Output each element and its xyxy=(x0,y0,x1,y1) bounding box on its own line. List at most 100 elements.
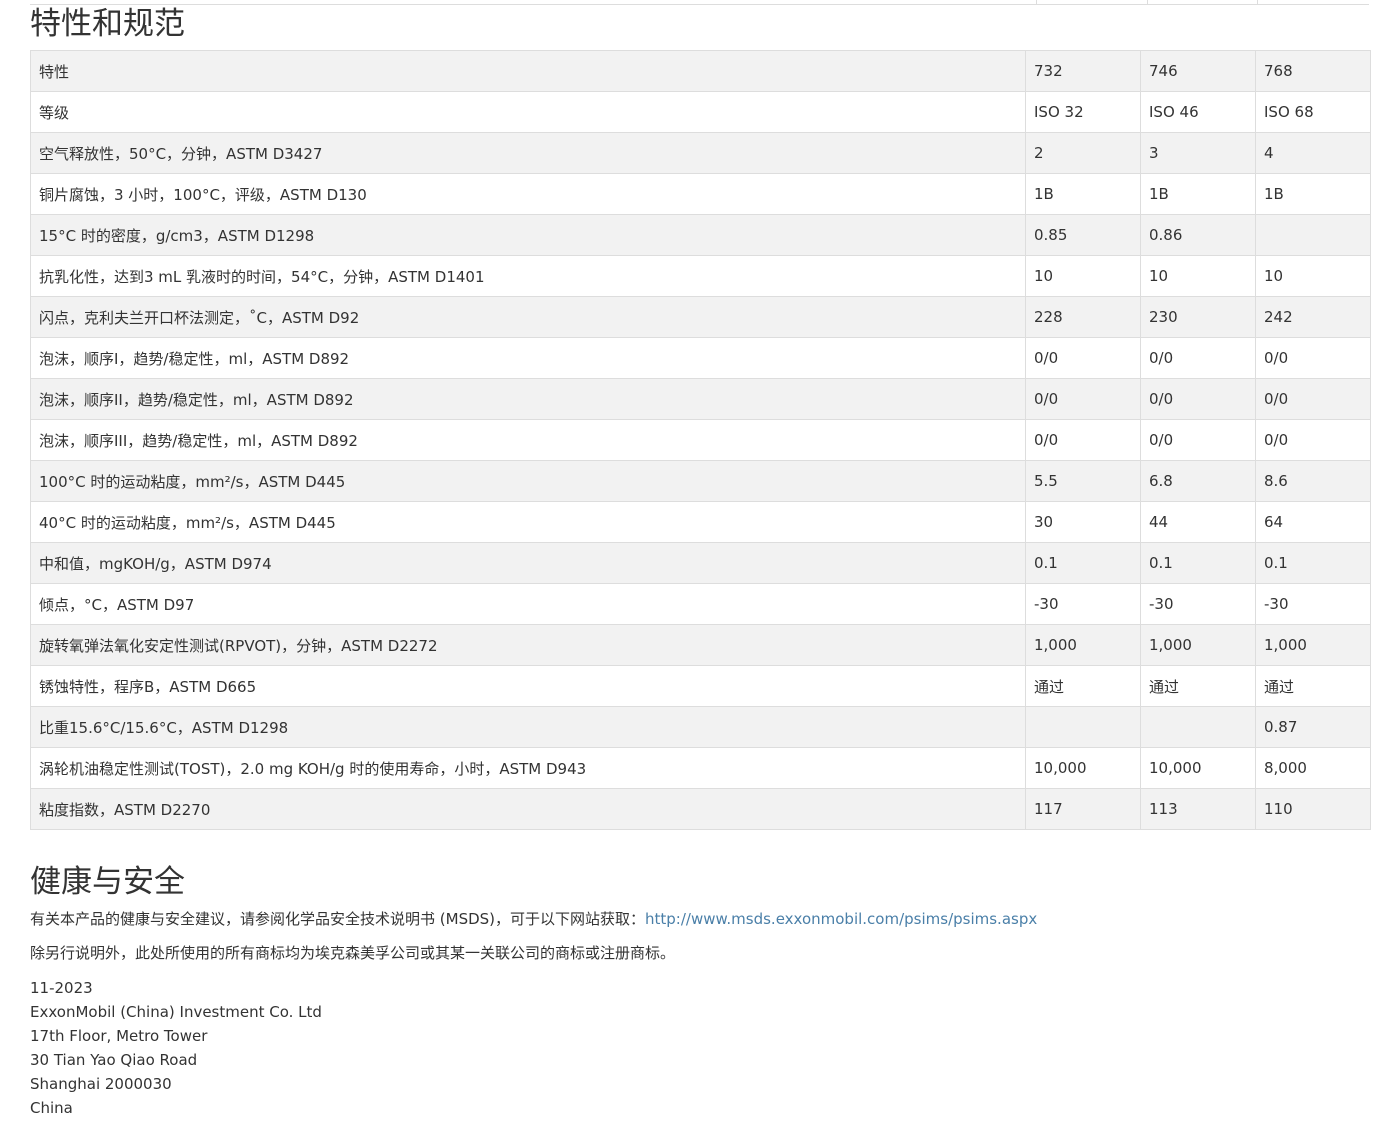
properties-specs-table: 特性 732 746 768 等级 ISO 32 ISO 46 ISO 68 空气释放性，50°… xyxy=(30,50,1371,830)
property-name-cell: 涡轮机油稳定性测试(TOST)，2.0 mg KOH/g 时的使用寿命，小时，A… xyxy=(30,747,1026,789)
column-divider xyxy=(1036,0,1037,4)
grade-value-cell: 30 xyxy=(1025,501,1141,543)
grade-value-cell xyxy=(1255,214,1371,256)
grade-value-cell: -30 xyxy=(1140,583,1256,625)
property-name-cell: 铜片腐蚀，3 小时，100°C，评级，ASTM D130 xyxy=(30,173,1026,215)
grade-value-cell: 0.87 xyxy=(1255,706,1371,748)
grade-value-cell: ISO 68 xyxy=(1255,91,1371,133)
address-line: 17th Floor, Metro Tower xyxy=(30,1027,208,1045)
grade-value-cell: 44 xyxy=(1140,501,1256,543)
grade-value-cell: 5.5 xyxy=(1025,460,1141,502)
revision-date: 11-2023 xyxy=(30,979,93,997)
grade-value-cell: 通过 xyxy=(1255,665,1371,707)
grade-value-cell: 0.1 xyxy=(1025,542,1141,584)
grade-value-cell: 0/0 xyxy=(1255,378,1371,420)
company-name: ExxonMobil (China) Investment Co. Ltd xyxy=(30,1003,322,1021)
property-name-cell: 锈蚀特性，程序B，ASTM D665 xyxy=(30,665,1026,707)
grade-value-cell: 0/0 xyxy=(1025,337,1141,379)
table-row: 倾点，°C，ASTM D97 -30 -30 -30 xyxy=(30,583,1371,625)
grade-value-cell: 0/0 xyxy=(1025,378,1141,420)
grade-value-cell: 2 xyxy=(1025,132,1141,174)
grade-value-cell: 0.1 xyxy=(1140,542,1256,584)
property-name-cell: 泡沫，顺序III，趋势/稳定性，ml，ASTM D892 xyxy=(30,419,1026,461)
grade-value-cell: 0/0 xyxy=(1140,337,1256,379)
grade-value-cell: ISO 32 xyxy=(1025,91,1141,133)
grade-value-cell: 110 xyxy=(1255,788,1371,830)
grade-value-cell: 通过 xyxy=(1140,665,1256,707)
grade-value-cell: -30 xyxy=(1025,583,1141,625)
property-name-cell: 抗乳化性，达到3 mL 乳液时的时间，54°C，分钟，ASTM D1401 xyxy=(30,255,1026,297)
grade-value-cell: 0/0 xyxy=(1025,419,1141,461)
property-name-cell: 泡沫，顺序I，趋势/稳定性，ml，ASTM D892 xyxy=(30,337,1026,379)
property-name-cell: 15°C 时的密度，g/cm3，ASTM D1298 xyxy=(30,214,1026,256)
company-address-block: 11-2023 ExxonMobil (China) Investment Co… xyxy=(30,976,322,1120)
table-row: 锈蚀特性，程序B，ASTM D665 通过 通过 通过 xyxy=(30,665,1371,707)
grade-value-cell: ISO 46 xyxy=(1140,91,1256,133)
property-name-cell: 等级 xyxy=(30,91,1026,133)
grade-value-cell: 0.1 xyxy=(1255,542,1371,584)
address-line: 30 Tian Yao Qiao Road xyxy=(30,1051,198,1069)
table-row: 闪点，克利夫兰开口杯法测定，˚C，ASTM D92 228 230 242 xyxy=(30,296,1371,338)
table-row: 40°C 时的运动粘度，mm²/s，ASTM D445 30 44 64 xyxy=(30,501,1371,543)
spec-table-body: 特性 732 746 768 等级 ISO 32 ISO 46 ISO 68 空气释放性，50°… xyxy=(30,50,1371,830)
specs-section-title: 特性和规范 xyxy=(30,6,185,42)
table-row: 等级 ISO 32 ISO 46 ISO 68 xyxy=(30,91,1371,133)
table-row: 空气释放性，50°C，分钟，ASTM D3427 2 3 4 xyxy=(30,132,1371,174)
property-name-cell: 粘度指数，ASTM D2270 xyxy=(30,788,1026,830)
table-row: 旋转氧弹法氧化安定性测试(RPVOT)，分钟，ASTM D2272 1,000 1,… xyxy=(30,624,1371,666)
grade-value-cell: 1,000 xyxy=(1025,624,1141,666)
grade-value-cell: 6.8 xyxy=(1140,460,1256,502)
property-name-cell: 40°C 时的运动粘度，mm²/s，ASTM D445 xyxy=(30,501,1026,543)
grade-value-cell: 768 xyxy=(1255,50,1371,92)
grade-value-cell: 230 xyxy=(1140,296,1256,338)
grade-value-cell: 0/0 xyxy=(1140,419,1256,461)
msds-link[interactable]: http://www.msds.exxonmobil.com/psims/psi… xyxy=(645,910,1037,928)
health-safety-title: 健康与安全 xyxy=(30,864,185,900)
column-divider xyxy=(1257,0,1258,4)
grade-value-cell: 3 xyxy=(1140,132,1256,174)
grade-value-cell: 通过 xyxy=(1025,665,1141,707)
safety-advice-paragraph: 有关本产品的健康与安全建议，请参阅化学品安全技术说明书 (MSDS)，可于以下网… xyxy=(30,909,1037,929)
grade-value-cell: 10,000 xyxy=(1025,747,1141,789)
grade-value-cell: 746 xyxy=(1140,50,1256,92)
table-row: 15°C 时的密度，g/cm3，ASTM D1298 0.85 0.86 xyxy=(30,214,1371,256)
trademark-notice: 除另行说明外，此处所使用的所有商标均为埃克森美孚公司或其某一关联公司的商标或注册… xyxy=(30,944,676,962)
grade-value-cell: 64 xyxy=(1255,501,1371,543)
grade-value-cell: -30 xyxy=(1255,583,1371,625)
property-name-cell: 特性 xyxy=(30,50,1026,92)
grade-value-cell: 10 xyxy=(1025,255,1141,297)
grade-value-cell: 8,000 xyxy=(1255,747,1371,789)
grade-value-cell: 113 xyxy=(1140,788,1256,830)
previous-table-edge xyxy=(30,0,1369,5)
table-row: 中和值，mgKOH/g，ASTM D974 0.1 0.1 0.1 xyxy=(30,542,1371,584)
grade-value-cell: 0/0 xyxy=(1255,337,1371,379)
grade-value-cell xyxy=(1140,706,1256,748)
grade-value-cell: 117 xyxy=(1025,788,1141,830)
table-row: 泡沫，顺序II，趋势/稳定性，ml，ASTM D892 0/0 0/0 0/0 xyxy=(30,378,1371,420)
grade-value-cell: 10 xyxy=(1255,255,1371,297)
grade-value-cell: 10,000 xyxy=(1140,747,1256,789)
address-line: Shanghai 2000030 xyxy=(30,1075,172,1093)
property-name-cell: 倾点，°C，ASTM D97 xyxy=(30,583,1026,625)
table-row: 粘度指数，ASTM D2270 117 113 110 xyxy=(30,788,1371,830)
table-row: 泡沫，顺序I，趋势/稳定性，ml，ASTM D892 0/0 0/0 0/0 xyxy=(30,337,1371,379)
table-row: 比重15.6°C/15.6°C，ASTM D1298 0.87 xyxy=(30,706,1371,748)
grade-value-cell: 732 xyxy=(1025,50,1141,92)
grade-value-cell: 8.6 xyxy=(1255,460,1371,502)
grade-value-cell: 1B xyxy=(1025,173,1141,215)
table-row: 铜片腐蚀，3 小时，100°C，评级，ASTM D130 1B 1B 1B xyxy=(30,173,1371,215)
grade-value-cell: 1B xyxy=(1140,173,1256,215)
table-row: 涡轮机油稳定性测试(TOST)，2.0 mg KOH/g 时的使用寿命，小时，A… xyxy=(30,747,1371,789)
grade-value-cell: 1,000 xyxy=(1140,624,1256,666)
table-header-row: 特性 732 746 768 xyxy=(30,50,1371,92)
property-name-cell: 泡沫，顺序II，趋势/稳定性，ml，ASTM D892 xyxy=(30,378,1026,420)
grade-value-cell: 0.86 xyxy=(1140,214,1256,256)
property-name-cell: 闪点，克利夫兰开口杯法测定，˚C，ASTM D92 xyxy=(30,296,1026,338)
grade-value-cell: 4 xyxy=(1255,132,1371,174)
safety-advice-text: 有关本产品的健康与安全建议，请参阅化学品安全技术说明书 (MSDS)，可于以下网… xyxy=(30,910,646,928)
table-row: 泡沫，顺序III，趋势/稳定性，ml，ASTM D892 0/0 0/0 0/0 xyxy=(30,419,1371,461)
table-row: 抗乳化性，达到3 mL 乳液时的时间，54°C，分钟，ASTM D1401 10 1… xyxy=(30,255,1371,297)
address-line: China xyxy=(30,1099,73,1117)
grade-value-cell: 10 xyxy=(1140,255,1256,297)
grade-value-cell: 228 xyxy=(1025,296,1141,338)
